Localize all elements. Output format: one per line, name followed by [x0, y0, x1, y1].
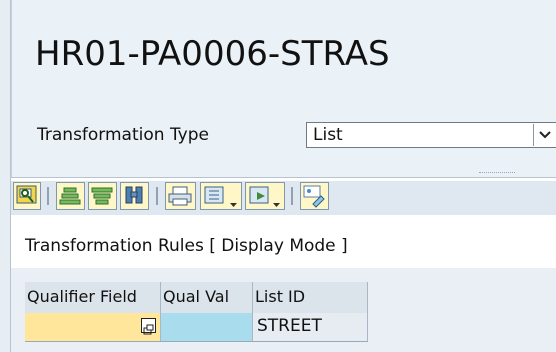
- sort-descending-icon: [91, 187, 113, 205]
- transformation-type-label: Transformation Type: [37, 125, 209, 145]
- sort-descending-button[interactable]: [88, 182, 117, 210]
- layout-icon: [204, 186, 237, 207]
- sort-ascending-icon: [59, 187, 81, 205]
- toolbar-separator: [156, 187, 158, 205]
- transformation-type-select[interactable]: List: [306, 122, 556, 148]
- details-icon: [16, 185, 37, 204]
- qual-val-cell[interactable]: [161, 313, 253, 341]
- column-header-list-id[interactable]: List ID: [253, 282, 368, 313]
- details-button[interactable]: [13, 182, 41, 210]
- sort-ascending-button[interactable]: [56, 182, 85, 210]
- column-header-qual-val[interactable]: Qual Val: [161, 282, 253, 313]
- column-header-qualifier-field[interactable]: Qualifier Field: [25, 282, 161, 313]
- settings-button[interactable]: [300, 182, 329, 210]
- qualifier-field-cell[interactable]: [25, 313, 161, 341]
- export-button[interactable]: [245, 182, 285, 210]
- print-button[interactable]: [165, 182, 196, 210]
- transformation-type-value: List: [313, 125, 343, 145]
- find-button[interactable]: [120, 182, 149, 210]
- chevron-down-icon: [538, 131, 551, 139]
- section-divider: [11, 177, 556, 178]
- alv-toolbar: [11, 181, 556, 215]
- settings-icon: [303, 185, 325, 208]
- rules-caption: Transformation Rules [ Display Mode ]: [25, 236, 348, 256]
- value-help-button[interactable]: [141, 318, 156, 335]
- list-id-cell[interactable]: STREET: [253, 313, 368, 341]
- toolbar-separator: [47, 187, 49, 205]
- page-title: HR01-PA0006-STRAS: [35, 34, 390, 74]
- export-icon: [249, 186, 280, 207]
- header-area: HR01-PA0006-STRAS Transformation Type Li…: [11, 0, 556, 177]
- toolbar-separator: [291, 187, 293, 205]
- sap-screen: HR01-PA0006-STRAS Transformation Type Li…: [0, 0, 556, 352]
- value-help-icon: [143, 324, 154, 335]
- left-frame-bar: [0, 0, 11, 352]
- dropdown-arrow-button[interactable]: [533, 124, 555, 146]
- row-divider: [25, 341, 368, 342]
- binoculars-icon: [125, 186, 143, 204]
- layout-button[interactable]: [200, 182, 242, 210]
- printer-icon: [168, 186, 192, 206]
